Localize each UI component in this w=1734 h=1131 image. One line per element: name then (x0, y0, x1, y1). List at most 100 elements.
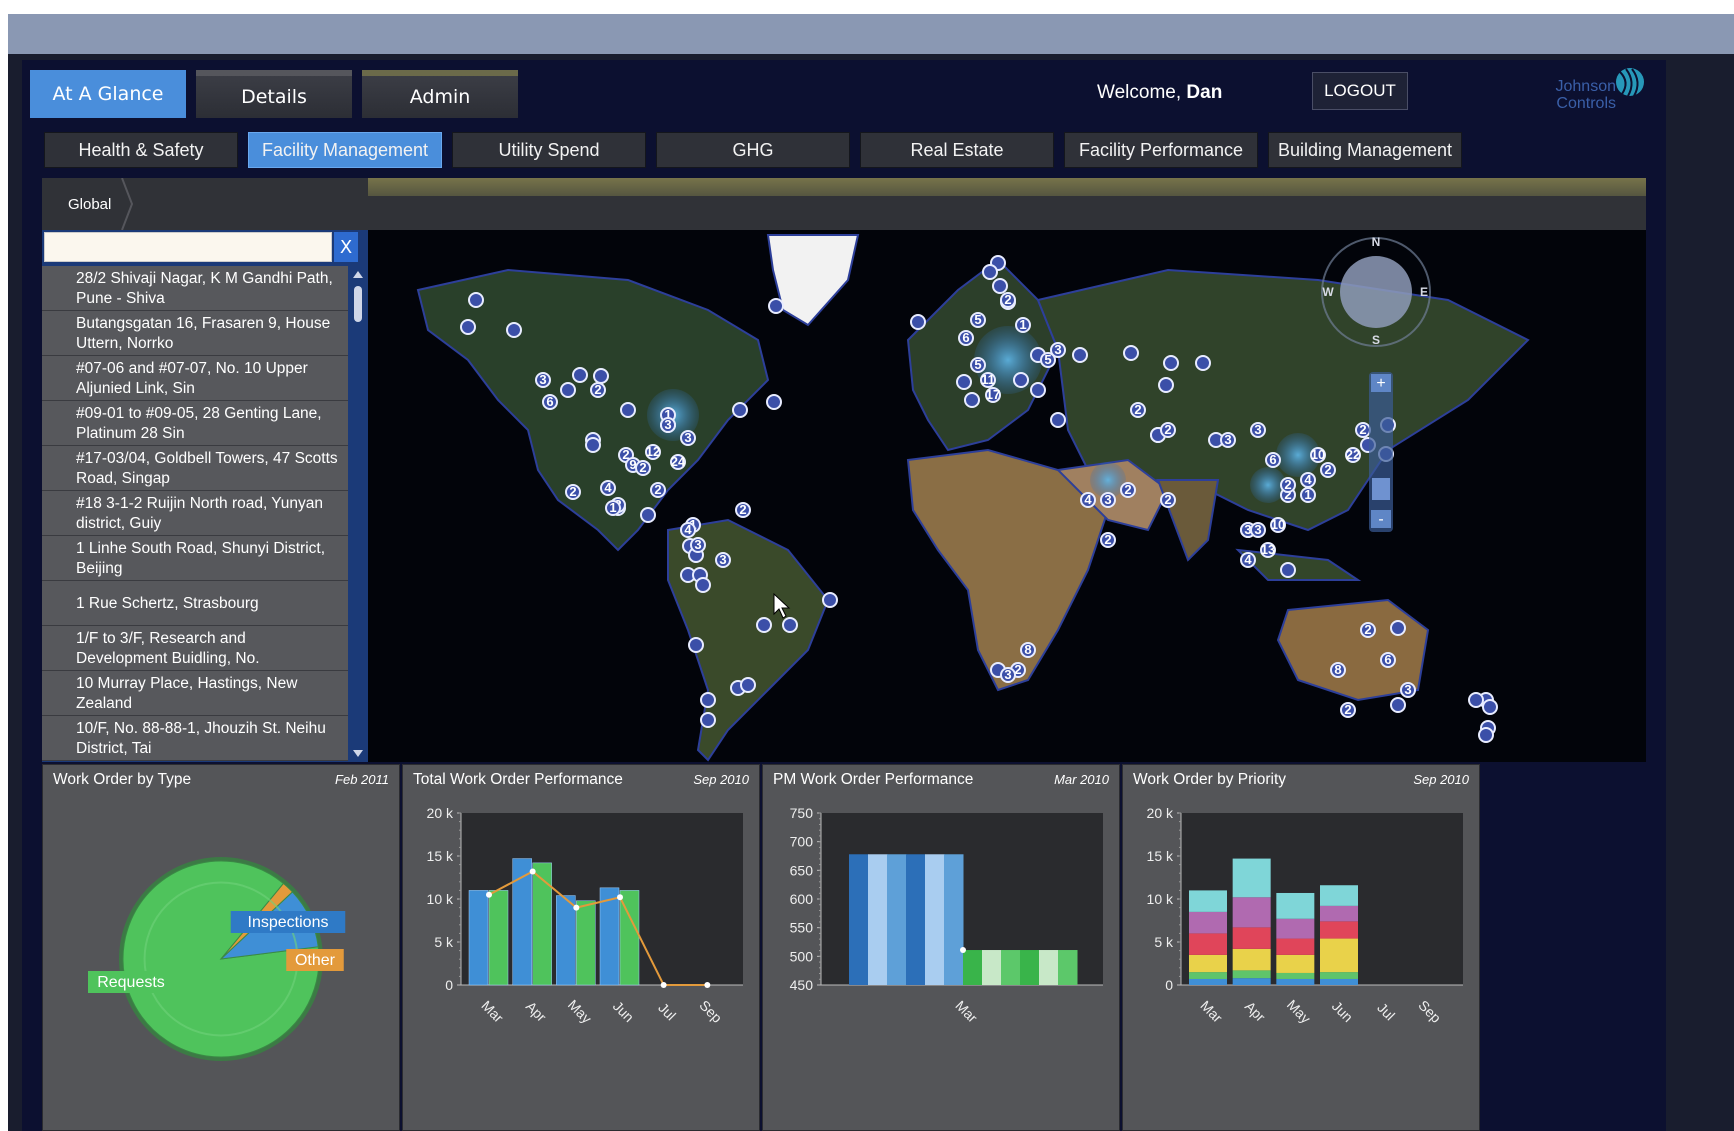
line-point[interactable] (704, 982, 711, 988)
bar-segment[interactable] (1320, 921, 1358, 939)
location-marker[interactable] (732, 402, 748, 418)
location-marker[interactable] (1195, 355, 1211, 371)
location-marker[interactable] (460, 319, 476, 335)
line-point[interactable] (960, 947, 966, 954)
location-marker[interactable] (1280, 562, 1296, 578)
cluster-marker[interactable]: 2 (1355, 422, 1371, 438)
bar[interactable] (556, 895, 576, 986)
location-marker[interactable] (964, 392, 980, 408)
location-marker[interactable] (756, 617, 772, 633)
bar[interactable] (849, 854, 964, 985)
cluster-marker[interactable]: 4 (1300, 472, 1316, 488)
line-point[interactable] (486, 891, 492, 898)
cluster-marker[interactable]: 2 (635, 460, 651, 476)
list-item[interactable]: #09-01 to #09-05, 28 Genting Lane, Plati… (42, 401, 348, 446)
cluster-marker[interactable]: 5 (1040, 352, 1056, 368)
cluster-marker[interactable]: 3 (535, 372, 551, 388)
breadcrumb-global[interactable]: Global (68, 196, 111, 213)
cluster-marker[interactable]: 6 (542, 394, 558, 410)
tab-at-a-glance[interactable]: At A Glance (30, 70, 186, 118)
cluster-marker[interactable]: 6 (958, 330, 974, 346)
cluster-marker[interactable]: 12 (645, 444, 661, 460)
cluster-marker[interactable]: 1 (605, 500, 621, 516)
list-item[interactable]: 1/F to 3/F, Research and Development Bui… (42, 626, 348, 671)
location-marker[interactable] (910, 314, 926, 330)
tab-admin[interactable]: Admin (362, 70, 518, 118)
bar-segment[interactable] (1232, 858, 1271, 898)
location-marker[interactable] (1482, 699, 1498, 715)
bar-segment[interactable] (1232, 970, 1271, 979)
cluster-marker[interactable]: 5 (970, 357, 986, 373)
location-marker[interactable] (506, 322, 522, 338)
bar-segment[interactable] (1276, 892, 1315, 919)
location-marker[interactable] (688, 637, 704, 653)
line-point[interactable] (660, 982, 667, 988)
cluster-marker[interactable]: 8 (1330, 662, 1346, 678)
list-item[interactable]: 1 Linhe South Road, Shunyi District, Bei… (42, 536, 348, 581)
clear-search-button[interactable]: X (334, 232, 358, 262)
location-marker[interactable] (1390, 697, 1406, 713)
cluster-marker[interactable]: 6 (1380, 652, 1396, 668)
list-item[interactable]: #18 3-1-2 Ruijin North road, Yunyan dist… (42, 491, 348, 536)
bar-segment[interactable] (1189, 972, 1227, 979)
scroll-down-icon[interactable] (353, 750, 363, 757)
logout-button[interactable]: LOGOUT (1312, 72, 1408, 110)
cluster-marker[interactable]: 6 (1265, 452, 1281, 468)
subtab-facility-management[interactable]: Facility Management (248, 132, 442, 168)
list-scrollbar[interactable] (348, 266, 368, 762)
location-marker[interactable] (1163, 355, 1179, 371)
location-marker[interactable] (700, 712, 716, 728)
cluster-marker[interactable]: 2 (735, 502, 751, 518)
list-item[interactable]: 10/F, No. 88-88-1, Jhouzih St. Neihu Dis… (42, 716, 348, 761)
stacked-bar-chart[interactable]: 20 k 15 k 10 k 5 k 0 Mar Apr May Jun Jul Sep (1123, 797, 1479, 1129)
cluster-marker[interactable]: 10 (1310, 447, 1326, 463)
cluster-marker[interactable]: 1 (1015, 317, 1031, 333)
cluster-marker[interactable]: 2 (1320, 462, 1336, 478)
location-marker[interactable] (572, 367, 588, 383)
location-marker[interactable] (695, 577, 711, 593)
cluster-marker[interactable]: 2 (1340, 702, 1356, 718)
bar-segment[interactable] (1232, 927, 1271, 949)
cluster-marker[interactable]: 3 (1000, 667, 1016, 683)
location-marker[interactable] (1478, 727, 1494, 743)
location-marker[interactable] (822, 592, 838, 608)
cluster-marker[interactable]: 2 (1360, 622, 1376, 638)
cluster-marker[interactable]: 3 (715, 552, 731, 568)
location-marker[interactable] (468, 292, 484, 308)
bar[interactable] (488, 890, 509, 986)
bar-segment[interactable] (1276, 918, 1315, 939)
cluster-marker[interactable]: 22 (1345, 447, 1361, 463)
cluster-marker[interactable]: 8 (1020, 642, 1036, 658)
location-marker[interactable] (982, 264, 998, 280)
cluster-marker[interactable]: 3 (1100, 492, 1116, 508)
bar-chart[interactable]: 750 700 650 600 550 500 450 Mar (763, 797, 1119, 1129)
subtab-utility-spend[interactable]: Utility Spend (452, 132, 646, 168)
bar-segment[interactable] (1320, 972, 1358, 979)
location-marker[interactable] (1123, 345, 1139, 361)
bar[interactable] (468, 890, 489, 986)
cluster-marker[interactable]: 3 (690, 537, 706, 553)
location-marker[interactable] (560, 382, 576, 398)
bar-segment[interactable] (1276, 938, 1315, 955)
subtab-ghg[interactable]: GHG (656, 132, 850, 168)
cluster-marker[interactable]: 4 (680, 522, 696, 538)
bar-segment[interactable] (1276, 972, 1315, 979)
pie-chart[interactable]: Requests Inspections Other (43, 797, 399, 1129)
location-marker[interactable] (1468, 692, 1484, 708)
scroll-thumb[interactable] (354, 286, 362, 322)
cluster-marker[interactable]: 2 (1100, 532, 1116, 548)
line-point[interactable] (573, 904, 580, 911)
cluster-marker[interactable]: 10 (1270, 517, 1286, 533)
cluster-marker[interactable]: 2 (1120, 482, 1136, 498)
bar-segment[interactable] (1320, 885, 1358, 906)
search-input[interactable] (44, 232, 332, 262)
world-map[interactable]: 3621621924212243212231433352151161724322… (368, 230, 1646, 762)
list-item[interactable]: 1 Rue Schertz, Strasbourg (42, 581, 348, 626)
location-marker[interactable] (620, 402, 636, 418)
bar-segment[interactable] (1232, 897, 1271, 928)
location-marker[interactable] (1013, 372, 1029, 388)
location-marker[interactable] (1050, 412, 1066, 428)
cluster-marker[interactable]: 2 (590, 382, 606, 398)
bar-segment[interactable] (1189, 933, 1227, 955)
bar[interactable] (963, 950, 1078, 985)
